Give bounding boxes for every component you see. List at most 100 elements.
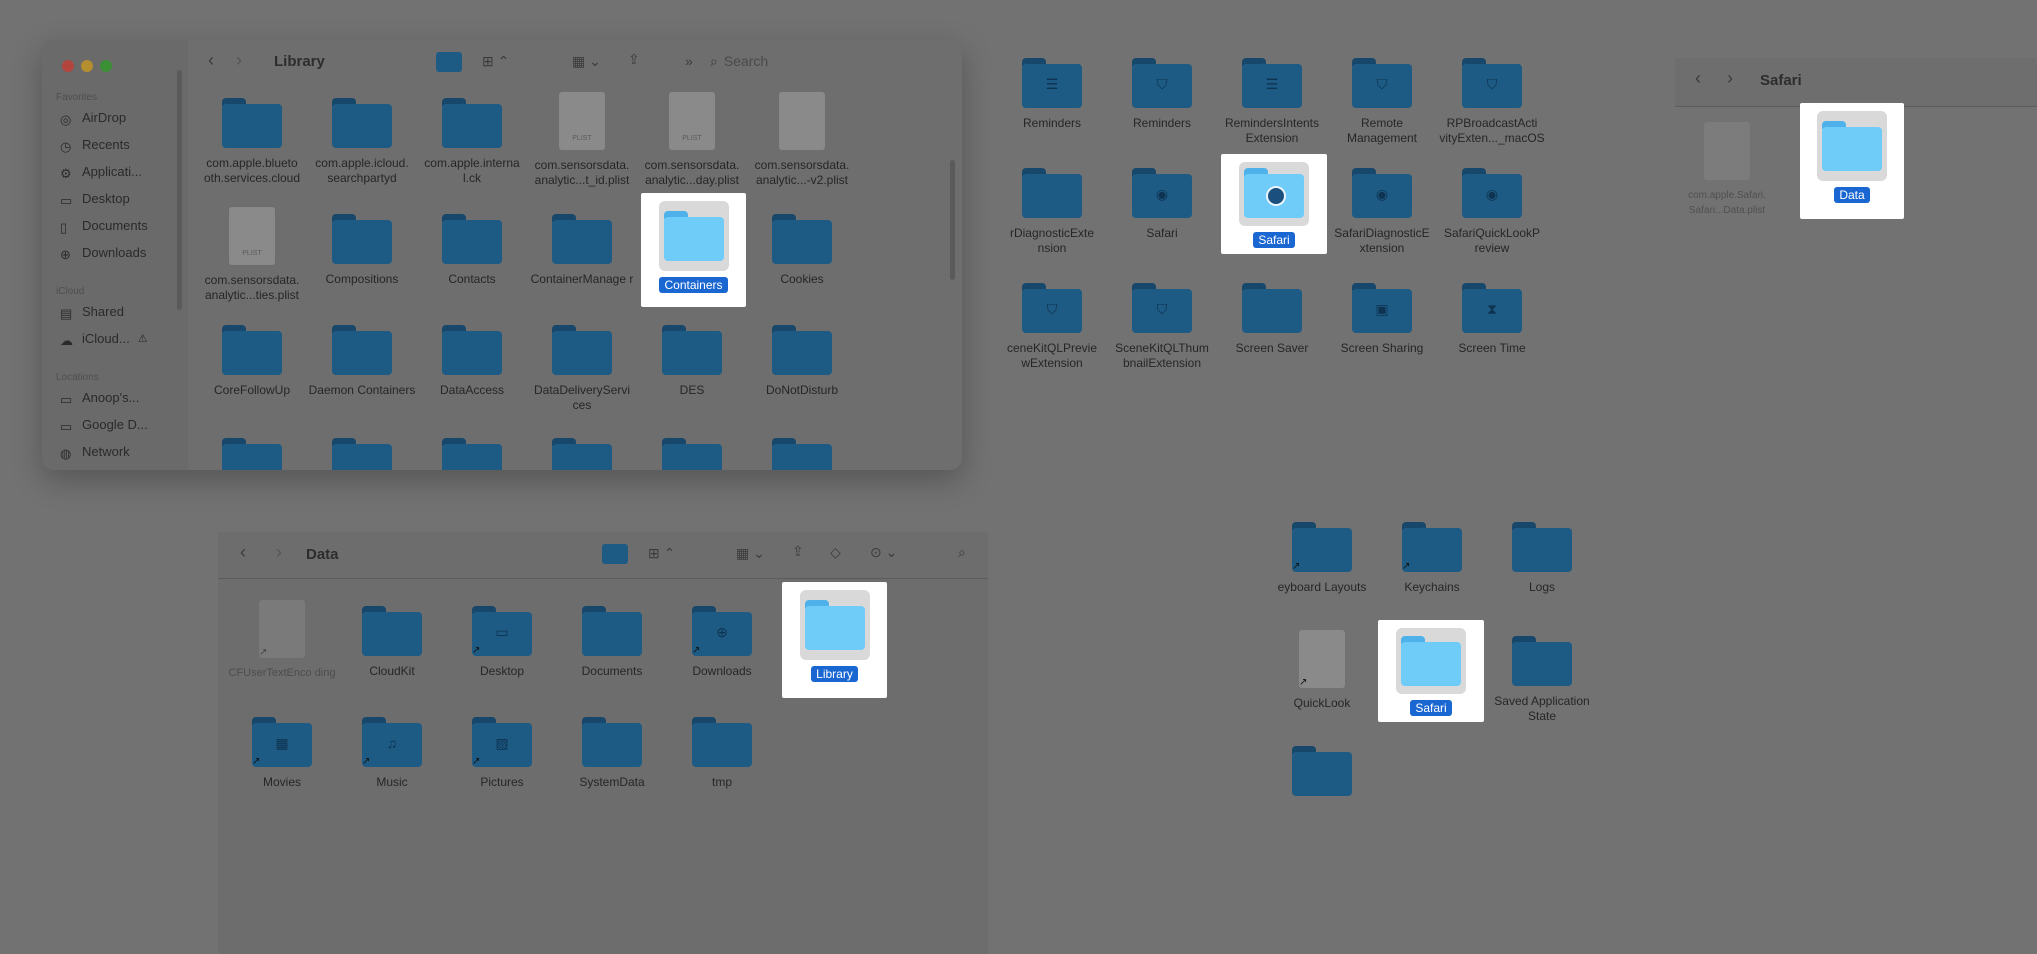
group-button[interactable]: ▦ ⌄ <box>572 53 601 70</box>
list-item[interactable]: DataAccess <box>417 325 527 398</box>
list-item[interactable]: PLIST com.sensorsdata. analytic...t_id.pl… <box>527 92 637 188</box>
list-item[interactable] <box>527 438 637 470</box>
list-item[interactable]: ☰ RemindersIntents Extension <box>1217 58 1327 146</box>
zoom-button[interactable] <box>100 60 112 72</box>
sidebar-item-network[interactable]: ◍ Network <box>60 444 130 461</box>
list-item[interactable]: com.apple.icloud. searchpartyd <box>307 98 417 186</box>
more-chevron-button[interactable]: » <box>685 53 693 69</box>
list-item[interactable]: Cookies <box>747 214 857 287</box>
list-item[interactable]: ⊕ ↗ Downloads <box>667 606 777 679</box>
share-button[interactable]: ⇪ <box>628 51 640 68</box>
sidebar-item-anoop[interactable]: ▭ Anoop's... <box>60 390 139 407</box>
list-item[interactable]: ▭ ↗ Desktop <box>447 606 557 679</box>
back-button[interactable]: ‹ <box>240 542 246 563</box>
shield-folder-icon: ⛉ <box>1462 58 1522 108</box>
list-item[interactable]: DoNotDisturb <box>747 325 857 398</box>
plist-file-icon <box>1704 122 1750 180</box>
list-item[interactable]: ⛉ Reminders <box>1107 58 1217 131</box>
list-item[interactable]: PLIST com.sensorsdata. analytic...ties.pl… <box>197 207 307 303</box>
sidebar-scrollbar[interactable] <box>177 70 182 310</box>
icon-view-button[interactable]: ⊞ ⌃ <box>648 545 675 562</box>
list-item[interactable]: ☰ Reminders <box>997 58 1107 131</box>
sidebar-item-desktop[interactable]: ▭ Desktop <box>60 191 130 208</box>
list-item[interactable]: DES <box>637 325 747 398</box>
list-item[interactable]: ▦ ↗ Movies <box>227 717 337 790</box>
list-item[interactable]: Screen Saver <box>1217 283 1327 356</box>
list-item[interactable]: ◉ SafariQuickLookP review <box>1437 168 1547 256</box>
list-item[interactable]: ◉ Safari <box>1107 168 1217 241</box>
list-item[interactable]: com.apple.interna l.ck <box>417 98 527 186</box>
list-item[interactable]: ▣ Screen Sharing <box>1327 283 1437 356</box>
forward-button[interactable]: › <box>1727 68 1733 89</box>
minimize-button[interactable] <box>81 60 93 72</box>
sidebar-item-downloads[interactable]: ⊕ Downloads <box>60 245 146 262</box>
sidebar-item-documents[interactable]: ▯ Documents <box>60 218 148 235</box>
folder-icon <box>582 717 642 767</box>
folder-icon <box>804 600 865 650</box>
list-item[interactable] <box>1267 746 1377 796</box>
close-button[interactable] <box>62 60 74 72</box>
list-item[interactable] <box>637 438 747 470</box>
folder-icon <box>552 438 612 470</box>
sidebar-item-airdrop[interactable]: ◎ AirDrop <box>60 110 126 127</box>
list-item[interactable]: Saved Application State <box>1487 636 1597 724</box>
list-item[interactable]: ContainerManage r <box>527 214 637 287</box>
list-item[interactable]: com.apple.Safari. Safari...Data.plist <box>1672 122 1782 218</box>
forward-button[interactable]: › <box>236 50 242 71</box>
safari-folder-selected[interactable]: Safari <box>1221 154 1327 254</box>
icon-view-button[interactable]: ⊞ ⌃ <box>482 53 509 70</box>
share-button[interactable]: ⇪ <box>792 543 804 560</box>
list-item[interactable]: CloudKit <box>337 606 447 679</box>
list-item[interactable]: Documents <box>557 606 667 679</box>
back-button[interactable]: ‹ <box>1695 68 1701 89</box>
sidebar-item-shared[interactable]: ▤ Shared <box>60 304 124 321</box>
list-item[interactable]: SystemData <box>557 717 667 790</box>
group-button[interactable]: ▦ ⌄ <box>736 545 765 562</box>
list-item[interactable]: ⛉ Remote Management <box>1327 58 1437 146</box>
list-item[interactable] <box>747 438 857 470</box>
back-button[interactable]: ‹ <box>208 50 214 71</box>
safari-folder-icon: ◉ <box>1352 168 1412 218</box>
file-icon: ↗ <box>259 600 305 658</box>
list-item[interactable]: ↗ Keychains <box>1377 522 1487 595</box>
list-item[interactable]: com.sensorsdata. analytic...-v2.plist <box>747 92 857 188</box>
list-item[interactable]: Compositions <box>307 214 417 287</box>
list-item[interactable]: ↗ QuickLook <box>1267 630 1377 711</box>
sidebar-item-recents[interactable]: ◷ Recents <box>60 137 130 154</box>
list-item[interactable] <box>197 438 307 470</box>
list-item[interactable]: ↗ eyboard Layouts <box>1267 522 1377 595</box>
list-item[interactable]: ⛉ ceneKitQLPrevie wExtension <box>997 283 1107 371</box>
sidebar-item-applications[interactable]: ⚙ Applicati... <box>60 164 142 181</box>
list-item[interactable]: ⧗ Screen Time <box>1437 283 1547 356</box>
list-item[interactable]: PLIST com.sensorsdata. analytic...day.pli… <box>637 92 747 188</box>
list-item[interactable]: ▨ ↗ Pictures <box>447 717 557 790</box>
list-item[interactable]: Daemon Containers <box>307 325 417 398</box>
search-icon[interactable]: ⌕ <box>958 544 966 561</box>
content-scrollbar[interactable] <box>950 160 955 280</box>
sidebar-item-icloud-drive[interactable]: ☁ iCloud... ⚠ <box>60 331 148 348</box>
forward-button[interactable]: › <box>276 542 282 563</box>
list-item[interactable]: rDiagnosticExte nsion <box>997 168 1107 256</box>
search-field[interactable]: ⌕ Search <box>710 53 768 70</box>
list-item[interactable]: tmp <box>667 717 777 790</box>
list-item[interactable]: ↗ CFUserTextEnco ding <box>227 600 337 681</box>
folder-icon <box>222 438 282 470</box>
list-item[interactable]: ◉ SafariDiagnosticE xtension <box>1327 168 1437 256</box>
list-item[interactable]: Contacts <box>417 214 527 287</box>
list-item[interactable]: DataDeliveryServi ces <box>527 325 637 413</box>
list-item[interactable]: ♫ ↗ Music <box>337 717 447 790</box>
safari-folder-selected[interactable]: Safari <box>1378 620 1484 722</box>
list-item[interactable]: CoreFollowUp <box>197 325 307 398</box>
sidebar-item-google-drive[interactable]: ▭ Google D... <box>60 417 148 434</box>
list-item[interactable] <box>417 438 527 470</box>
library-folder-selected[interactable]: Library <box>782 582 887 698</box>
more-actions-button[interactable]: ⊙ ⌄ <box>870 544 897 561</box>
list-item[interactable]: ⛉ RPBroadcastActi vityExten..._macOS <box>1437 58 1547 146</box>
list-item[interactable]: Logs <box>1487 522 1597 595</box>
data-folder-selected[interactable]: Data <box>1800 103 1904 219</box>
containers-folder-selected[interactable]: Containers <box>641 193 746 307</box>
list-item[interactable] <box>307 438 417 470</box>
list-item[interactable]: ⛉ SceneKitQLThum bnailExtension <box>1107 283 1217 371</box>
tag-icon[interactable]: ◇ <box>830 544 841 561</box>
list-item[interactable]: com.apple.blueto oth.services.cloud <box>197 98 307 186</box>
